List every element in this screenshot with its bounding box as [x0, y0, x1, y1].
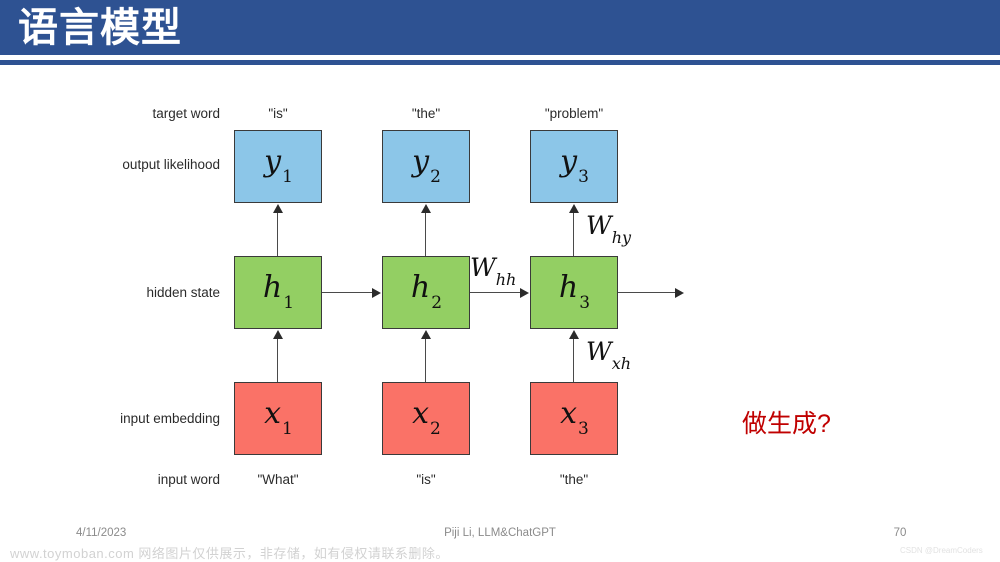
- arrowhead-x2-to-h2: [421, 330, 431, 339]
- input-word-2: "is": [416, 472, 436, 487]
- edge-h1-to-y1: [277, 212, 279, 256]
- arrowhead-h2-to-y2: [421, 204, 431, 213]
- footer-author: Piji Li, LLM&ChatGPT: [444, 527, 556, 539]
- input-node-x1: x1: [234, 382, 322, 455]
- hidden-node-h2: h2: [382, 256, 470, 329]
- page-title: 语言模型: [18, 6, 182, 50]
- arrowhead-x1-to-h1: [273, 330, 283, 339]
- weight-label-w-xh: Wxh: [586, 337, 632, 373]
- row-label-hidden-state: hidden state: [146, 285, 220, 300]
- output-node-y1: y1: [234, 130, 322, 203]
- arrowhead-h1-to-y1: [273, 204, 283, 213]
- target-word-1: "is": [268, 106, 288, 121]
- output-node-y2-label: y2: [412, 144, 441, 187]
- input-node-x2: x2: [382, 382, 470, 455]
- row-label-input-embedding: input embedding: [120, 411, 220, 426]
- row-label-input-word: input word: [157, 472, 220, 487]
- edge-h3-to-y3: [573, 212, 575, 256]
- output-node-y1-label: y1: [264, 144, 293, 187]
- input-node-x3-label: x3: [560, 396, 589, 439]
- row-label-target-word: target word: [152, 106, 220, 121]
- edge-h3-to-next: [618, 292, 676, 294]
- output-node-y3: y3: [530, 130, 618, 203]
- hidden-node-h3-label: h3: [558, 270, 591, 313]
- annotation-generation-question: 做生成?: [742, 410, 831, 438]
- rnn-language-model-diagram: target word output likelihood hidden sta…: [0, 65, 1000, 505]
- arrowhead-h2-to-h3: [520, 288, 529, 298]
- row-label-output-likelihood: output likelihood: [122, 157, 220, 172]
- weight-label-w-hy: Why: [586, 211, 632, 247]
- input-word-1: "What": [257, 472, 299, 487]
- hidden-node-h2-label: h2: [410, 270, 443, 313]
- input-node-x2-label: x2: [412, 396, 441, 439]
- footer-page-number: 70: [893, 527, 907, 539]
- edge-x3-to-h3: [573, 338, 575, 382]
- arrowhead-h3-to-y3: [569, 204, 579, 213]
- arrowhead-h1-to-h2: [372, 288, 381, 298]
- target-word-2: "the": [411, 106, 441, 121]
- hidden-node-h3: h3: [530, 256, 618, 329]
- arrowhead-x3-to-h3: [569, 330, 579, 339]
- edge-x1-to-h1: [277, 338, 279, 382]
- hidden-node-h1-label: h1: [262, 270, 295, 313]
- input-node-x3: x3: [530, 382, 618, 455]
- weight-label-w-hh: Whh: [470, 253, 517, 289]
- watermark-bottom: www.toymoban.com 网络图片仅供展示，非存储，如有侵权请联系删除。: [10, 546, 449, 561]
- output-node-y3-label: y3: [560, 144, 589, 187]
- input-node-x1-label: x1: [264, 396, 293, 439]
- edge-x2-to-h2: [425, 338, 427, 382]
- arrowhead-h3-to-next: [675, 288, 684, 298]
- target-word-3: "problem": [544, 106, 604, 121]
- hidden-node-h1: h1: [234, 256, 322, 329]
- output-node-y2: y2: [382, 130, 470, 203]
- edge-h1-to-h2: [322, 292, 373, 294]
- watermark-corner: CSDN @DreamCoders: [900, 546, 983, 555]
- input-word-3: "the": [559, 472, 589, 487]
- edge-h2-to-y2: [425, 212, 427, 256]
- edge-h2-to-h3: [470, 292, 521, 294]
